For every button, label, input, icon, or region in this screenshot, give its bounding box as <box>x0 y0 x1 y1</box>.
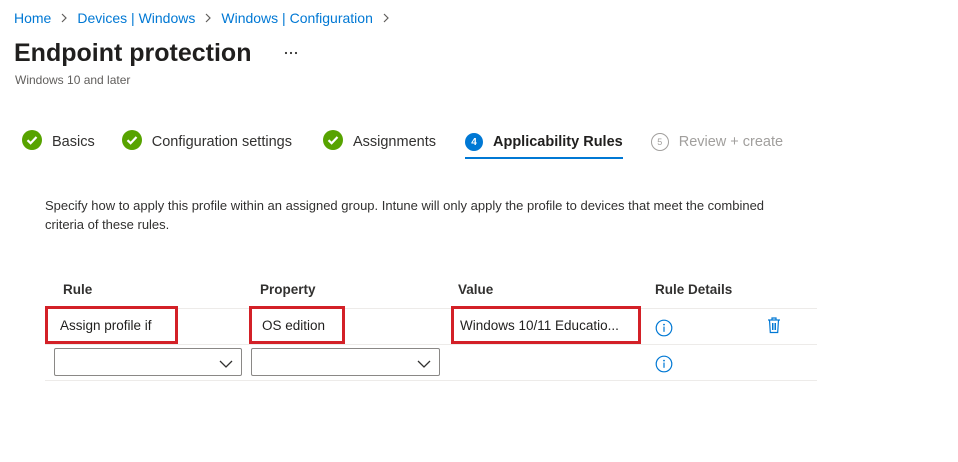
header-value: Value <box>458 282 494 297</box>
step-configuration-settings[interactable]: Configuration settings <box>121 128 292 156</box>
page-title: Endpoint protection <box>14 39 252 67</box>
header-rule: Rule <box>63 282 93 297</box>
table-header: Rule Property Value Rule Details <box>45 278 817 309</box>
header-rule-details: Rule Details <box>655 282 733 297</box>
rules-table: Rule Property Value Rule Details Assign … <box>45 278 817 381</box>
description-text: Specify how to apply this profile within… <box>45 198 765 232</box>
rule-cell-highlight: Assign profile if <box>45 306 178 344</box>
breadcrumb-windows-configuration[interactable]: Windows | Configuration <box>221 8 372 28</box>
step-label: Applicability Rules <box>492 134 623 150</box>
chevron-right-icon <box>376 8 396 28</box>
step-number: 5 <box>650 133 669 151</box>
value-value[interactable]: Windows 10/11 Educatio... <box>460 318 619 333</box>
rule-value[interactable]: Assign profile if <box>60 318 152 333</box>
table-row-new <box>45 345 817 381</box>
breadcrumb: Home Devices | Windows Windows | Configu… <box>14 8 399 28</box>
step-basics[interactable]: Basics <box>22 128 95 156</box>
step-label: Basics <box>52 134 95 150</box>
rule-dropdown[interactable] <box>54 348 242 376</box>
property-value[interactable]: OS edition <box>262 318 325 333</box>
value-cell-highlight: Windows 10/11 Educatio... <box>451 306 641 344</box>
chevron-down-icon <box>417 357 431 368</box>
step-number: 4 <box>464 133 483 151</box>
step-assignments[interactable]: Assignments <box>322 128 436 156</box>
chevron-right-icon <box>54 8 74 28</box>
breadcrumb-devices-windows[interactable]: Devices | Windows <box>77 8 195 28</box>
step-label: Review + create <box>678 134 784 150</box>
step-review-create[interactable]: 5 Review + create <box>650 128 784 156</box>
active-step-underline <box>464 157 623 159</box>
wizard-steps: Basics Configuration settings Assignment… <box>22 128 784 159</box>
checkmark-circle-icon <box>22 130 42 154</box>
table-row: Assign profile if OS edition Windows 10/… <box>45 306 817 345</box>
checkmark-circle-icon <box>322 130 343 154</box>
page-subtitle: Windows 10 and later <box>15 73 131 87</box>
info-icon[interactable] <box>655 319 673 337</box>
property-dropdown[interactable] <box>251 348 440 376</box>
chevron-right-icon <box>198 8 218 28</box>
page-root: Home Devices | Windows Windows | Configu… <box>0 0 958 462</box>
info-icon[interactable] <box>655 355 673 373</box>
checkmark-circle-icon <box>121 130 142 154</box>
step-applicability-rules[interactable]: 4 Applicability Rules <box>464 128 623 159</box>
step-label: Assignments <box>352 134 436 150</box>
trash-icon[interactable] <box>766 316 782 334</box>
more-options-button[interactable] <box>280 42 302 64</box>
property-cell-highlight: OS edition <box>249 306 345 344</box>
breadcrumb-home[interactable]: Home <box>14 8 51 28</box>
header-property: Property <box>260 282 316 297</box>
chevron-down-icon <box>219 357 233 368</box>
ellipsis-icon <box>284 51 298 55</box>
step-label: Configuration settings <box>151 134 292 150</box>
